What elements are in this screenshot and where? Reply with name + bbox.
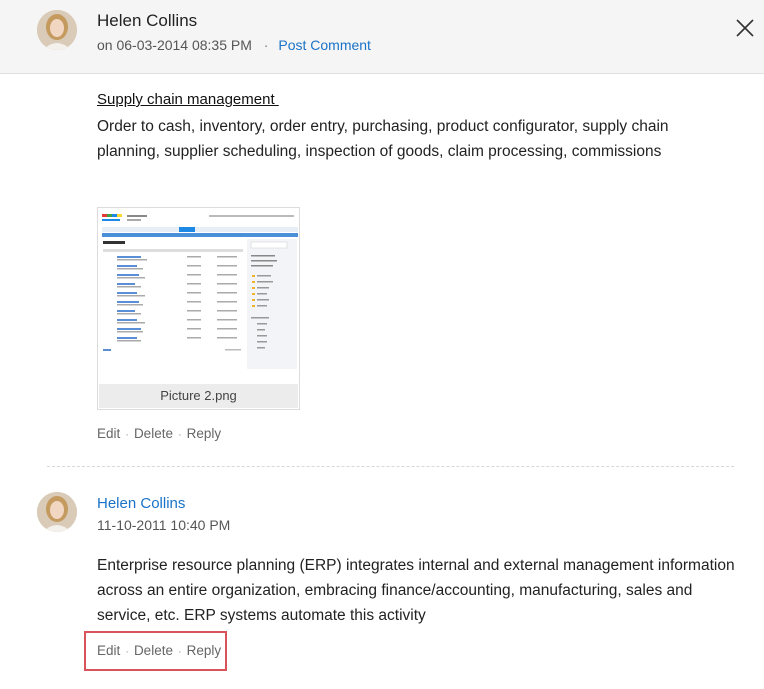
separator-dot: ·	[125, 429, 129, 441]
post-actions: Edit · Delete · Reply	[97, 426, 221, 441]
edit-link[interactable]: Edit	[97, 426, 120, 441]
reply-link[interactable]: Reply	[187, 426, 222, 441]
post-comment-link[interactable]: Post Comment	[278, 37, 371, 53]
header-meta: on 06-03-2014 08:35 PM · Post Comment	[97, 37, 371, 53]
attachment-card[interactable]: Picture 2.png	[97, 207, 300, 410]
header-author-name: Helen Collins	[97, 11, 198, 30]
divider	[47, 466, 734, 467]
separator-dot: ·	[177, 646, 182, 658]
delete-link[interactable]: Delete	[134, 426, 173, 441]
separator-dot: ·	[125, 646, 129, 658]
close-icon[interactable]	[734, 17, 756, 39]
post-body: Order to cash, inventory, order entry, p…	[97, 118, 669, 160]
comment-datetime: 11-10-2011 10:40 PM	[97, 517, 231, 533]
separator-dot: ·	[177, 429, 182, 441]
attachment-thumbnail[interactable]	[99, 209, 298, 383]
comment-header: Helen Collins on 06-03-2014 08:35 PM · P…	[0, 0, 764, 74]
attachment-caption: Picture 2.png	[99, 384, 298, 408]
separator-dot: ·	[263, 37, 269, 53]
reply-link[interactable]: Reply	[187, 643, 222, 658]
comment-author-link[interactable]: Helen Collins	[97, 495, 185, 512]
delete-link[interactable]: Delete	[134, 643, 173, 658]
on-label: on	[97, 37, 113, 53]
comment-body: Enterprise resource planning (ERP) integ…	[97, 557, 735, 624]
edit-link[interactable]: Edit	[97, 643, 120, 658]
avatar	[37, 10, 77, 50]
post-title: Supply chain management	[97, 91, 279, 108]
header-datetime: 06-03-2014 08:35 PM	[116, 37, 252, 53]
avatar	[37, 492, 77, 532]
comment-actions: Edit · Delete · Reply	[97, 643, 221, 658]
